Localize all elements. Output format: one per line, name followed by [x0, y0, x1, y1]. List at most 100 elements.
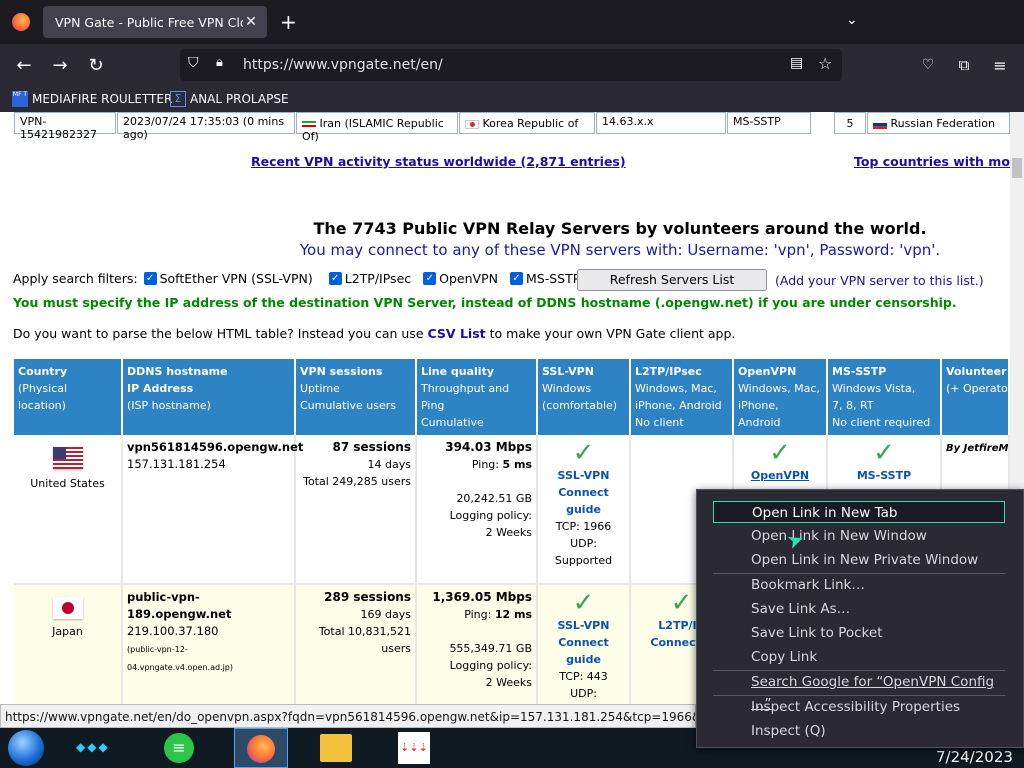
- tab-vpngate[interactable]: VPN Gate - Public Free VPN Cloud b ✕: [43, 6, 267, 38]
- ms-sstp-link[interactable]: MS-SSTP: [832, 467, 936, 484]
- row2-sessions: 289 sessions 169 days Total 10,831,521 u…: [296, 585, 417, 704]
- back-button[interactable]: ←: [11, 52, 37, 78]
- refresh-servers-button[interactable]: Refresh Servers List: [577, 269, 767, 291]
- top-row-to: Korea Republic of: [459, 112, 595, 134]
- start-orb-icon[interactable]: [8, 730, 44, 766]
- tracking-shield-icon[interactable]: ⛉: [188, 55, 199, 71]
- header-title: Country: [18, 365, 68, 378]
- tcp-port: TCP: 443: [559, 670, 608, 683]
- to-country: Korea Republic of: [482, 117, 579, 130]
- checkmark-icon: ✓: [873, 438, 895, 468]
- menu-search-google[interactable]: Search Google for “OpenVPN Config …”: [713, 671, 1005, 712]
- row1-ssl: ✓ SSL-VPN Connect guide TCP: 1966 UDP: S…: [538, 435, 631, 585]
- firefox-taskbar-icon[interactable]: [234, 728, 288, 768]
- reload-button[interactable]: ↻: [83, 52, 109, 78]
- menu-open-private-window[interactable]: Open Link in New Private Window: [713, 549, 1005, 571]
- ip-address: 157.131.181.254: [127, 457, 226, 471]
- header-title: OpenVPN: [738, 365, 797, 378]
- ssl-vpn-link[interactable]: SSL-VPN: [542, 467, 625, 484]
- usa-flag-icon: [52, 447, 83, 469]
- from-country: Iran (ISLAMIC Republic Of): [302, 117, 444, 143]
- extensions-icon[interactable]: ⧉: [951, 52, 977, 78]
- notes-app-icon[interactable]: ≡: [164, 733, 194, 763]
- top-row-country-name: Russian Federation: [890, 117, 995, 130]
- top-row-ip: 14.63.x.x: [596, 112, 726, 134]
- bookmark-label: ANAL PROLAPSE: [190, 92, 289, 106]
- menu-open-new-tab[interactable]: Open Link in New Tab: [713, 501, 1005, 523]
- ping-label: Ping:: [464, 608, 492, 621]
- menu-bookmark-link[interactable]: Bookmark Link…: [713, 574, 1005, 596]
- csv-list-link[interactable]: CSV List: [428, 326, 486, 341]
- top-row-id: VPN-15421982327: [14, 112, 116, 141]
- file-explorer-icon[interactable]: [320, 734, 352, 762]
- row1-quality: 394.03 Mbps Ping: 5 ms 20,242.51 GB Logg…: [417, 435, 538, 585]
- add-server-link[interactable]: (Add your VPN server to this list.): [775, 273, 984, 288]
- lock-icon[interactable]: 🔒︎: [216, 55, 223, 70]
- uptime: 14 days: [367, 458, 411, 471]
- menu-icon[interactable]: ≡: [987, 52, 1013, 78]
- list-all-tabs-icon[interactable]: ⌄: [846, 12, 858, 28]
- openvpn-link[interactable]: OpenVPN: [738, 467, 822, 484]
- context-menu: Open Link in New Tab Open Link in New Wi…: [696, 489, 1024, 748]
- filter-softether[interactable]: ✓ SoftEther VPN (SSL-VPN): [143, 271, 313, 286]
- logging-policy-value: 2 Weeks: [485, 526, 532, 539]
- sigma-icon: Σ: [170, 91, 186, 107]
- top-countries-link[interactable]: Top countries with most: [854, 154, 1010, 169]
- filter-openvpn[interactable]: ✓ OpenVPN: [423, 271, 498, 286]
- menu-save-link-as[interactable]: Save Link As…: [713, 598, 1005, 620]
- menu-inspect-accessibility[interactable]: Inspect Accessibility Properties: [713, 696, 1005, 718]
- forward-button[interactable]: →: [47, 52, 73, 78]
- downloads-app-icon[interactable]: ⇣⇣⇣: [398, 732, 430, 764]
- bookmark-anal-prolapse[interactable]: Σ ANAL PROLAPSE: [170, 91, 289, 107]
- menu-copy-link[interactable]: Copy Link: [713, 646, 1005, 668]
- tab-bar: VPN Gate - Public Free VPN Cloud b ✕ + ⌄: [0, 0, 1024, 44]
- header-sub: iPhone, Android: [738, 399, 781, 429]
- close-tab-icon[interactable]: ✕: [243, 14, 259, 30]
- connect-guide-link[interactable]: Connect guide: [542, 484, 625, 518]
- scrollbar-thumb[interactable]: [1012, 158, 1022, 178]
- bookmark-star-icon[interactable]: ☆: [818, 54, 832, 73]
- country-name: Japan: [52, 625, 83, 638]
- new-tab-button[interactable]: +: [280, 10, 297, 34]
- bookmark-mediafire[interactable]: MF T MEDIAFIRE ROULETTER: [12, 91, 172, 107]
- menu-open-new-window[interactable]: Open Link in New Window: [713, 525, 1005, 547]
- ddns-hostname: public-vpn-189.opengw.net: [127, 590, 232, 621]
- url-text[interactable]: https://www.vpngate.net/en/: [243, 57, 443, 73]
- header-sub: (ISP hostname): [127, 399, 211, 412]
- menu-save-to-pocket[interactable]: Save Link to Pocket: [713, 622, 1005, 644]
- filter-l2tp[interactable]: ✓ L2TP/IPsec: [328, 271, 411, 286]
- cumulative-users: Total 10,831,521 users: [318, 625, 411, 655]
- search-filters: Apply search filters: ✓ SoftEther VPN (SS…: [13, 271, 594, 286]
- bookmarks-bar: MF T MEDIAFIRE ROULETTER Σ ANAL PROLAPSE: [0, 86, 1024, 112]
- checkbox-checked-icon[interactable]: ✓: [143, 272, 157, 285]
- connect-guide-link[interactable]: Connect guide: [542, 634, 625, 668]
- taskbar-date[interactable]: 7/24/2023: [936, 748, 1013, 766]
- page-subtitle: You may connect to any of these VPN serv…: [299, 241, 941, 259]
- checkbox-checked-icon[interactable]: ✓: [328, 272, 342, 285]
- header-openvpn: OpenVPN Windows, Mac, iPhone, Android: [734, 359, 828, 435]
- csv-sentence: Do you want to parse the below HTML tabl…: [13, 326, 735, 341]
- header-sub: Windows, Mac,: [738, 382, 820, 395]
- recent-activity-link[interactable]: Recent VPN activity status worldwide (2,…: [251, 154, 626, 169]
- reader-view-icon[interactable]: ▤: [790, 55, 803, 71]
- taskbar-dots-icon: ◆◆◆: [76, 740, 110, 754]
- header-sessions: VPN sessions Uptime Cumulative users: [296, 359, 417, 435]
- filter-mssstp[interactable]: ✓ MS-SSTP: [509, 271, 580, 286]
- checkbox-checked-icon[interactable]: ✓: [509, 272, 523, 285]
- checkbox-checked-icon[interactable]: ✓: [423, 272, 437, 285]
- header-sub: No client required: [832, 416, 931, 429]
- checkmark-icon: ✓: [769, 438, 791, 468]
- censorship-warning: You must specify the IP address of the d…: [13, 295, 957, 310]
- udp-support: UDP: Supported: [554, 537, 613, 567]
- russia-flag-icon: [873, 119, 887, 129]
- korea-flag-icon: [465, 119, 479, 129]
- tab-title: VPN Gate - Public Free VPN Cloud b: [55, 14, 243, 30]
- menu-inspect[interactable]: Inspect (Q): [713, 720, 1005, 742]
- header-sub: IP Address: [127, 382, 194, 395]
- isp-hostname: (public-vpn-12-04.vpngate.v4.open.ad.jp): [127, 645, 234, 672]
- filter-label: SoftEther VPN (SSL-VPN): [159, 271, 313, 286]
- header-country: Country (Physical location): [14, 359, 123, 435]
- pocket-icon[interactable]: ♡: [915, 52, 941, 78]
- ssl-vpn-link[interactable]: SSL-VPN: [542, 617, 625, 634]
- header-sub: (comfortable): [542, 399, 618, 412]
